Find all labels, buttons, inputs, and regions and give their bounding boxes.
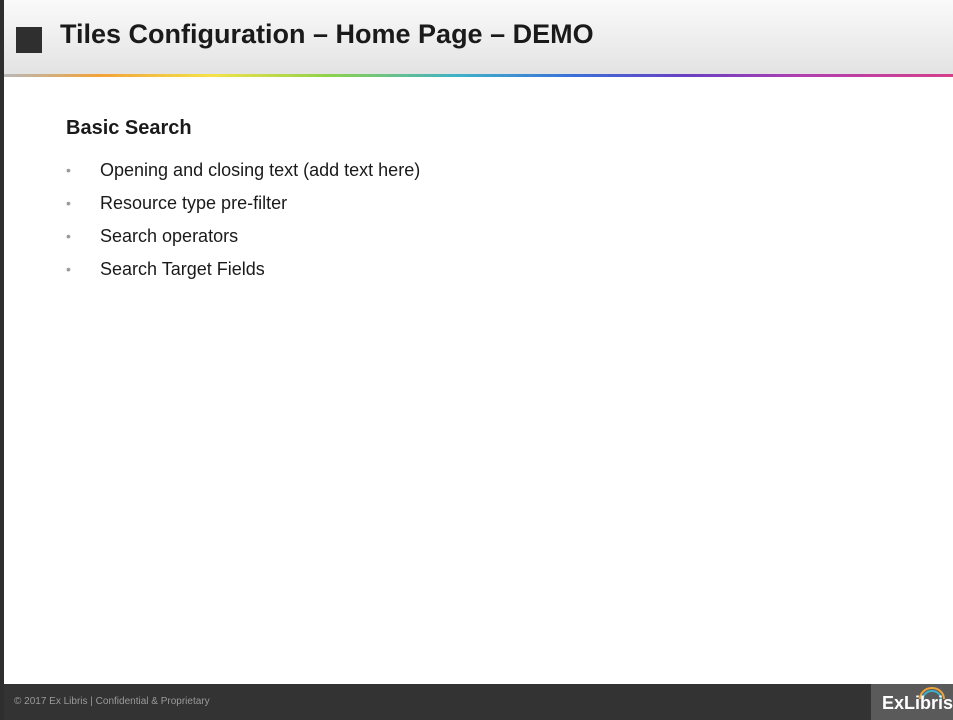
bullet-list: • Opening and closing text (add text her… xyxy=(66,154,420,286)
footer: © 2017 Ex Libris | Confidential & Propri… xyxy=(4,684,953,720)
slide-title: Tiles Configuration – Home Page – DEMO xyxy=(60,19,594,49)
section-heading: Basic Search xyxy=(66,117,192,139)
bullet-item: • Opening and closing text (add text her… xyxy=(66,154,420,187)
title-bar: Tiles Configuration – Home Page – DEMO xyxy=(4,0,953,74)
bullet-text: Resource type pre-filter xyxy=(100,193,288,213)
bullet-item: • Search Target Fields xyxy=(66,253,420,286)
bullet-icon: • xyxy=(66,228,71,244)
bullet-icon: • xyxy=(66,195,71,211)
slide: Tiles Configuration – Home Page – DEMO B… xyxy=(0,0,953,720)
bullet-item: • Search operators xyxy=(66,220,420,253)
bullet-text: Opening and closing text (add text here) xyxy=(100,160,421,180)
logo-text: ExLibris xyxy=(882,693,953,713)
bullet-icon: • xyxy=(66,261,71,277)
title-square-icon xyxy=(16,27,42,53)
exlibris-logo: ExLibris xyxy=(871,684,953,720)
bullet-icon: • xyxy=(66,162,71,178)
title-divider xyxy=(4,74,953,77)
footer-copyright: © 2017 Ex Libris | Confidential & Propri… xyxy=(14,696,210,707)
bullet-item: • Resource type pre-filter xyxy=(66,187,420,220)
bullet-text: Search Target Fields xyxy=(100,259,265,279)
bullet-text: Search operators xyxy=(100,226,239,246)
